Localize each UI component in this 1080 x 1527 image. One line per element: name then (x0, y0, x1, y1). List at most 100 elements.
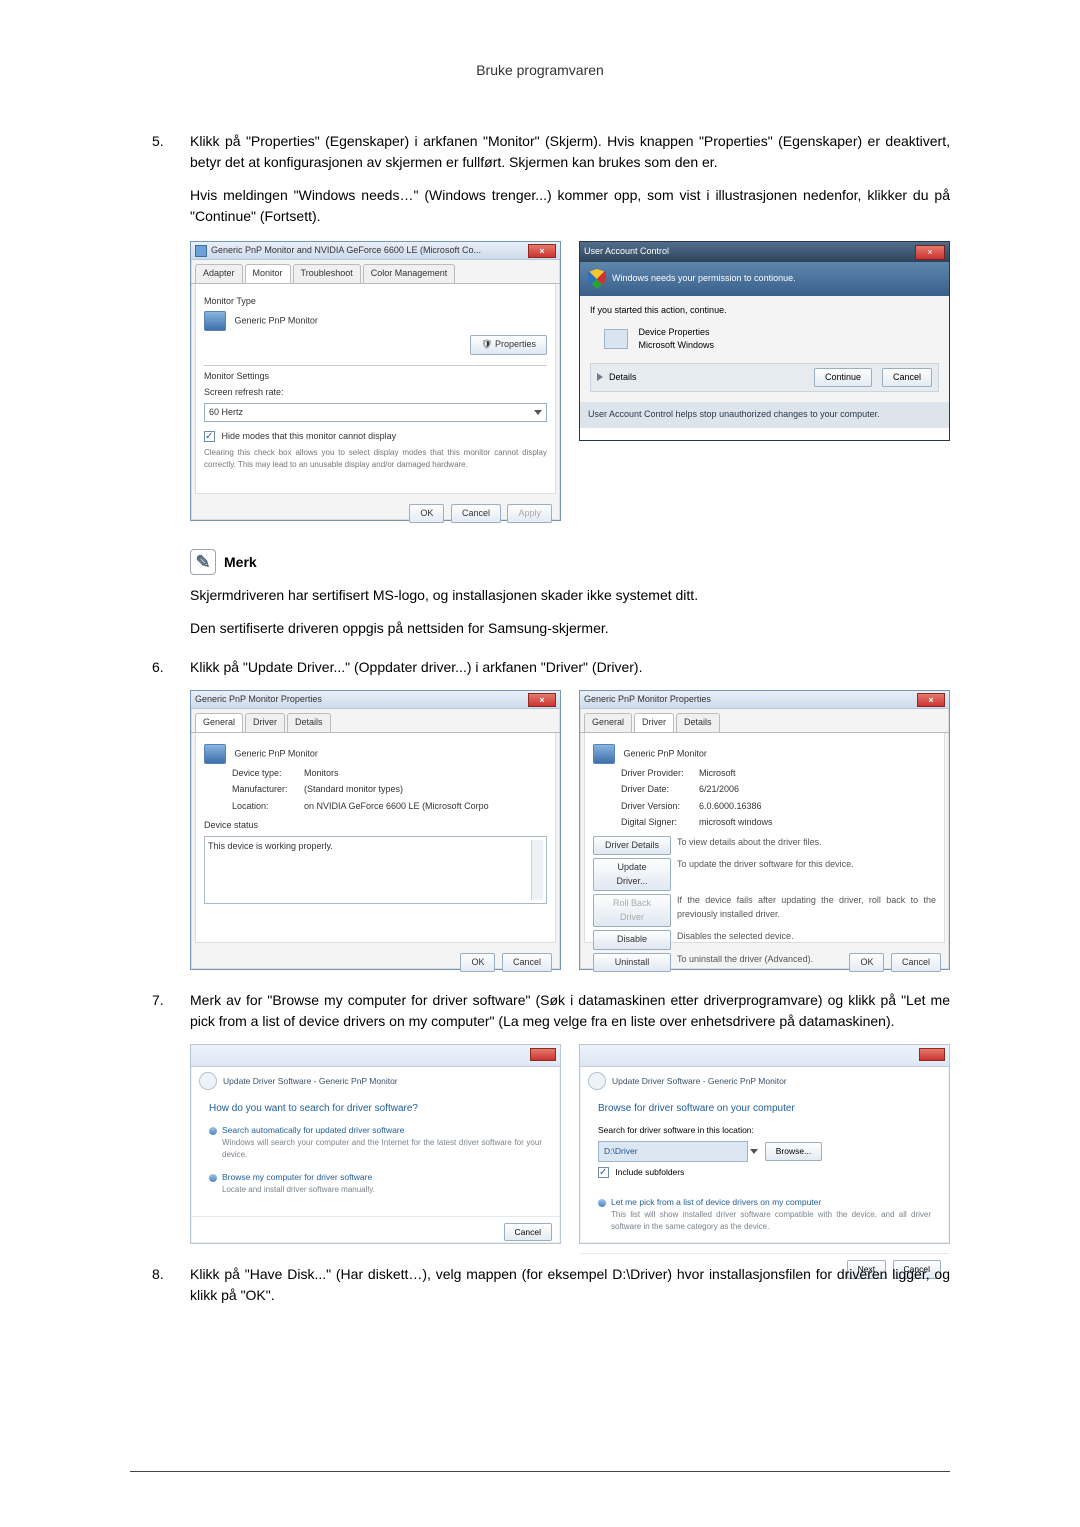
cancel-button[interactable]: Cancel (504, 1223, 552, 1242)
close-icon[interactable]: × (917, 693, 945, 707)
continue-button[interactable]: Continue (814, 368, 872, 388)
tab-general[interactable]: General (195, 713, 243, 732)
location-value: on NVIDIA GeForce 6600 LE (Microsoft Cor… (304, 801, 489, 811)
uac-details[interactable]: Details (609, 371, 637, 385)
tab-troubleshoot[interactable]: Troubleshoot (293, 264, 361, 283)
option-pick-from-list[interactable]: Let me pick from a list of device driver… (598, 1196, 931, 1233)
driver-details-button[interactable]: Driver Details (593, 836, 671, 856)
uac-message: Windows needs your permission to contion… (612, 272, 796, 286)
properties-button[interactable]: 🛡 Properties (470, 335, 547, 355)
cancel-button[interactable]: Cancel (891, 953, 941, 973)
option-title: Browse my computer for driver software (222, 1172, 372, 1182)
uac-footer: User Account Control helps stop unauthor… (580, 402, 949, 428)
close-icon[interactable]: × (528, 244, 556, 258)
location-label: Location: (232, 800, 304, 814)
tab-driver[interactable]: Driver (245, 713, 285, 732)
tab-monitor[interactable]: Monitor (245, 264, 291, 283)
apply-button[interactable]: Apply (507, 504, 552, 524)
device-status-label: Device status (204, 819, 547, 833)
uac-app-name: Device Properties (639, 326, 715, 340)
step-6-number: 6. (152, 657, 164, 678)
hide-modes-desc: Clearing this check box allows you to se… (204, 447, 547, 471)
back-icon[interactable] (588, 1072, 606, 1090)
provider-value: Microsoft (699, 768, 736, 778)
note-line1: Skjermdriveren har sertifisert MS-logo, … (190, 585, 950, 606)
tab-details[interactable]: Details (287, 713, 331, 732)
app-icon (604, 329, 628, 349)
tab-adapter[interactable]: Adapter (195, 264, 243, 283)
step-5-text: Klikk på "Properties" (Egenskaper) i ark… (190, 133, 950, 170)
device-status-box: This device is working properly. (204, 836, 547, 904)
device-type-label: Device type: (232, 767, 304, 781)
monitor-type-label: Monitor Type (204, 295, 547, 309)
driver-properties-driver: Generic PnP Monitor Properties × General… (579, 690, 950, 970)
close-icon[interactable] (530, 1048, 556, 1061)
tab-color-management[interactable]: Color Management (363, 264, 456, 283)
search-location-label: Search for driver software in this locat… (598, 1124, 931, 1137)
dialog-title: Generic PnP Monitor Properties (584, 693, 917, 707)
step-6-text: Klikk på "Update Driver..." (Oppdater dr… (190, 659, 642, 675)
step-6: 6. Klikk på "Update Driver..." (Oppdater… (190, 657, 950, 970)
ok-button[interactable]: OK (409, 504, 444, 524)
ok-button[interactable]: OK (460, 953, 495, 973)
step-5-number: 5. (152, 131, 164, 152)
close-icon[interactable]: × (915, 245, 945, 260)
tab-driver[interactable]: Driver (634, 713, 674, 732)
bullet-icon (209, 1127, 217, 1135)
bullet-icon (209, 1174, 217, 1182)
path-input[interactable]: D:\Driver (598, 1141, 748, 1162)
wizard-heading: Browse for driver software on your compu… (598, 1101, 931, 1116)
option-browse[interactable]: Browse my computer for driver software L… (209, 1171, 542, 1196)
option-desc: This list will show installed driver sof… (611, 1209, 931, 1233)
update-driver-button[interactable]: Update Driver... (593, 858, 671, 891)
ok-button[interactable]: OK (849, 953, 884, 973)
option-desc: Locate and install driver software manua… (222, 1184, 542, 1196)
refresh-rate-label: Screen refresh rate: (204, 386, 547, 400)
note-label: Merk (224, 552, 257, 573)
refresh-rate-select[interactable]: 60 Hertz (204, 403, 547, 423)
disable-button[interactable]: Disable (593, 930, 671, 950)
back-icon[interactable] (199, 1072, 217, 1090)
close-icon[interactable]: × (528, 693, 556, 707)
driver-properties-general: Generic PnP Monitor Properties × General… (190, 690, 561, 970)
include-subfolders-label: Include subfolders (615, 1167, 684, 1177)
step-8-text: Klikk på "Have Disk..." (Har diskett…), … (190, 1266, 950, 1303)
uac-dialog: User Account Control × Windows needs you… (579, 241, 950, 441)
chevron-right-icon (597, 373, 603, 381)
step-5: 5. Klikk på "Properties" (Egenskaper) i … (190, 131, 950, 639)
step-8: 8. Klikk på "Have Disk..." (Har diskett…… (190, 1264, 950, 1306)
scrollbar[interactable] (531, 840, 543, 900)
hide-modes-label: Hide modes that this monitor cannot disp… (222, 431, 397, 441)
step-8-number: 8. (152, 1264, 164, 1285)
step-5-text2: Hvis meldingen "Windows needs…" (Windows… (190, 185, 950, 227)
page-header: Bruke programvaren (130, 60, 950, 81)
wizard-crumb: Update Driver Software - Generic PnP Mon… (223, 1075, 398, 1088)
manufacturer-value: (Standard monitor types) (304, 784, 403, 794)
close-icon[interactable] (919, 1048, 945, 1061)
cancel-button[interactable]: Cancel (502, 953, 552, 973)
monitor-settings-label: Monitor Settings (204, 370, 547, 384)
step-7-text: Merk av for "Browse my computer for driv… (190, 992, 950, 1029)
rollback-driver-button[interactable]: Roll Back Driver (593, 894, 671, 927)
date-value: 6/21/2006 (699, 784, 739, 794)
signer-value: microsoft windows (699, 817, 773, 827)
dialog-title: Generic PnP Monitor and NVIDIA GeForce 6… (211, 244, 528, 258)
driver-details-desc: To view details about the driver files. (677, 836, 936, 850)
cancel-button[interactable]: Cancel (451, 504, 501, 524)
refresh-rate-value: 60 Hertz (209, 406, 243, 420)
device-status-value: This device is working properly. (208, 840, 333, 900)
browse-button[interactable]: Browse... (765, 1142, 822, 1161)
cancel-button[interactable]: Cancel (882, 368, 932, 388)
wizard-crumb: Update Driver Software - Generic PnP Mon… (612, 1075, 787, 1088)
device-type-value: Monitors (304, 768, 339, 778)
disable-desc: Disables the selected device. (677, 930, 936, 944)
include-subfolders-checkbox[interactable] (598, 1167, 609, 1178)
tab-general[interactable]: General (584, 713, 632, 732)
hide-modes-checkbox[interactable] (204, 431, 215, 442)
monitor-icon (593, 744, 615, 764)
option-desc: Windows will search your computer and th… (222, 1137, 542, 1161)
option-search-auto[interactable]: Search automatically for updated driver … (209, 1124, 542, 1161)
dialog-icon (195, 245, 207, 257)
tab-details[interactable]: Details (676, 713, 720, 732)
uninstall-button[interactable]: Uninstall (593, 953, 671, 973)
